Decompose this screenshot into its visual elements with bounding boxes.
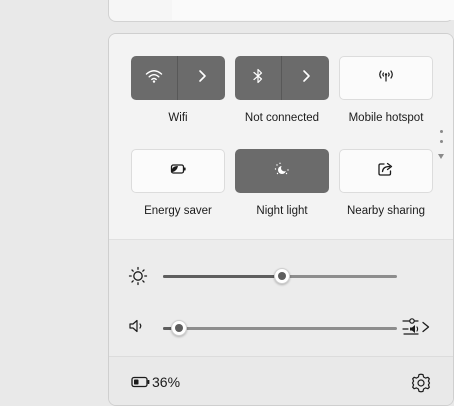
wifi-label: Wifi (168, 112, 188, 124)
bluetooth-icon (252, 68, 264, 89)
quick-settings-tiles: Wifi Not connected Mobile hotspot Energy… (109, 34, 453, 239)
volume-slider[interactable] (163, 320, 397, 336)
quick-settings-footer: 36% (109, 356, 453, 405)
audio-output-icon[interactable] (400, 315, 434, 339)
energy-saver-icon (168, 162, 188, 181)
mobile-hotspot-label: Mobile hotspot (348, 112, 424, 124)
scroll-down-arrow-icon[interactable] (438, 154, 444, 159)
wifi-tile[interactable] (131, 56, 225, 100)
night-light-label: Night light (256, 205, 308, 217)
battery-icon[interactable] (131, 375, 151, 389)
brightness-slider-thumb[interactable] (274, 268, 291, 284)
bluetooth-expand-button[interactable] (282, 56, 329, 100)
chevron-right-icon (197, 69, 207, 88)
scroll-page-dot[interactable] (440, 130, 443, 133)
volume-slider-thumb[interactable] (171, 320, 188, 336)
brightness-slider[interactable] (163, 268, 397, 284)
speaker-icon[interactable] (128, 317, 146, 335)
bluetooth-toggle[interactable] (235, 56, 282, 100)
wifi-icon (145, 69, 163, 88)
bluetooth-label: Not connected (244, 112, 320, 124)
night-light-tile[interactable] (235, 149, 329, 193)
mobile-hotspot-icon (376, 69, 396, 88)
mobile-hotspot-tile[interactable] (339, 56, 433, 100)
previous-flyout-surface (172, 0, 454, 20)
wifi-toggle[interactable] (131, 56, 178, 100)
sliders-section (109, 239, 453, 356)
chevron-right-icon (301, 69, 311, 88)
scroll-page-dot[interactable] (440, 140, 443, 143)
brightness-icon (128, 266, 148, 286)
wifi-expand-button[interactable] (178, 56, 225, 100)
battery-percentage[interactable]: 36% (152, 374, 180, 390)
settings-gear-icon[interactable] (410, 372, 432, 394)
nearby-sharing-label: Nearby sharing (347, 205, 425, 217)
quick-settings-panel: Wifi Not connected Mobile hotspot Energy… (108, 33, 454, 406)
bluetooth-tile[interactable] (235, 56, 329, 100)
energy-saver-tile[interactable] (131, 149, 225, 193)
night-light-icon (272, 161, 292, 182)
nearby-sharing-tile[interactable] (339, 149, 433, 193)
brightness-slider-fill (163, 275, 283, 278)
energy-saver-label: Energy saver (144, 205, 212, 217)
nearby-sharing-icon (377, 161, 395, 182)
